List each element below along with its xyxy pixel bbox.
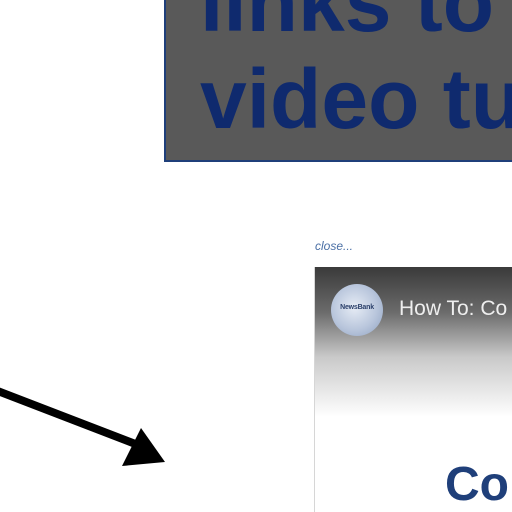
video-title[interactable]: How To: Co <box>399 297 507 321</box>
callout-heading-line-2: video tu <box>200 52 512 146</box>
channel-avatar[interactable]: NewsBank <box>331 284 383 336</box>
video-frame-text: Co <box>445 458 509 511</box>
page: links to video tu close... NewsBank How … <box>0 0 512 512</box>
channel-logo: NewsBank <box>340 304 374 311</box>
arrow-head <box>122 428 165 466</box>
callout-box: links to video tu <box>164 0 512 162</box>
video-embed[interactable]: NewsBank How To: Co Co <box>314 267 512 512</box>
close-link[interactable]: close... <box>315 239 353 253</box>
callout-heading-line-1: links to <box>200 0 495 49</box>
arrow-shaft <box>0 387 140 449</box>
